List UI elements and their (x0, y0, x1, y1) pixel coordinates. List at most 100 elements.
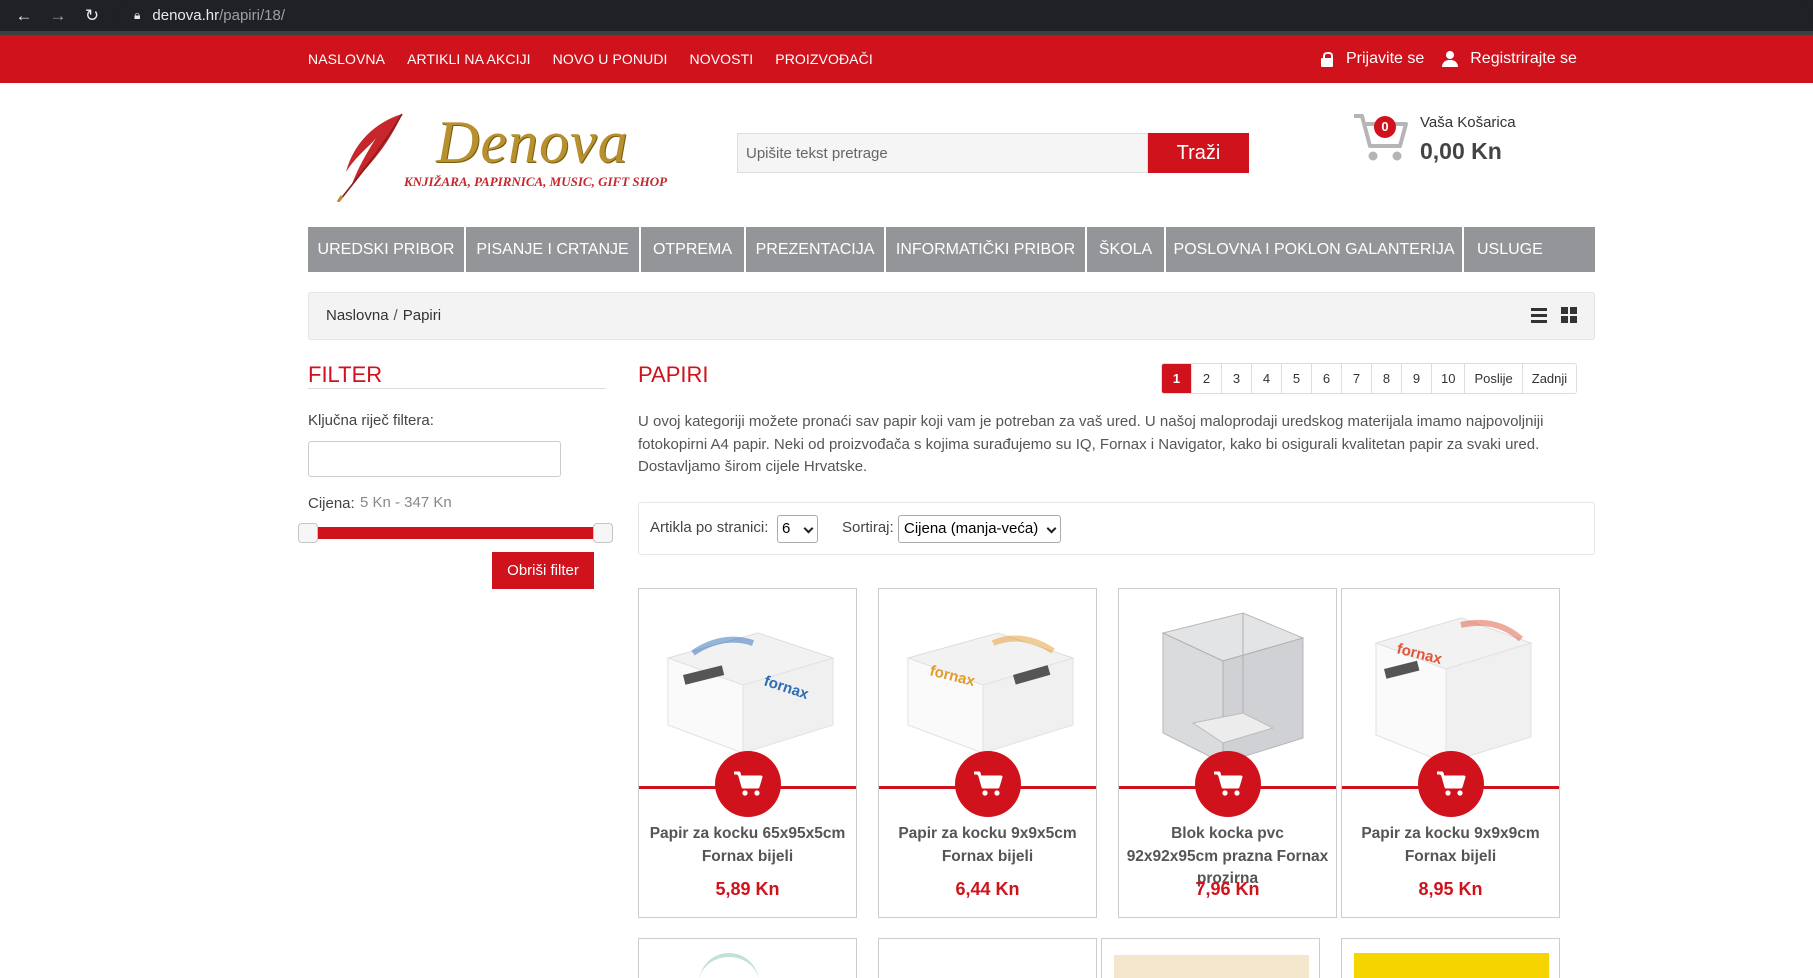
category-usluge[interactable]: USLUGE (1464, 227, 1595, 272)
grid-view-icon[interactable] (1561, 307, 1577, 323)
page-link-7[interactable]: 7 (1342, 364, 1372, 393)
forward-icon[interactable]: → (48, 6, 68, 26)
category-pisanje-i-crtanje[interactable]: PISANJE I CRTANJE (466, 227, 641, 272)
view-toggle (1531, 307, 1577, 323)
browser-nav: ← → ↻ (14, 6, 124, 26)
search-button[interactable]: Traži (1148, 133, 1249, 173)
page-link-1[interactable]: 1 (1162, 364, 1192, 393)
add-to-cart-button[interactable] (715, 751, 781, 817)
search-form: Traži (737, 133, 1249, 173)
top-nav-proizvodjaci[interactable]: PROIZVOĐAČI (775, 51, 873, 67)
breadcrumb-separator: / (393, 307, 398, 324)
page-link-4[interactable]: 4 (1252, 364, 1282, 393)
top-nav-novo[interactable]: NOVO U PONUDI (553, 51, 668, 67)
category-poslovna-i-poklon-galanterija[interactable]: POSLOVNA I POKLON GALANTERIJA (1166, 227, 1464, 272)
page-link-3[interactable]: 3 (1222, 364, 1252, 393)
sort-select[interactable]: Cijena (manja-veća) (898, 515, 1061, 543)
product-price: 7,96 Kn (1195, 879, 1260, 899)
chevron-down-icon (1046, 523, 1057, 534)
per-page-value: 6 (782, 520, 791, 537)
add-to-cart-button[interactable] (955, 751, 1021, 817)
product-card[interactable] (1101, 938, 1320, 978)
logo-wordmark: Denova (436, 109, 629, 175)
reload-icon[interactable]: ↻ (82, 6, 102, 26)
login-link[interactable]: Prijavite se (1320, 50, 1424, 68)
product-image[interactable] (1114, 955, 1309, 978)
top-bar: NASLOVNA ARTIKLI NA AKCIJI NOVO U PONUDI… (0, 35, 1813, 83)
product-card[interactable] (1341, 938, 1560, 978)
product-card[interactable]: fornax Papir za kocku 9x9x9cm Fornax bij… (1341, 588, 1560, 918)
back-icon[interactable]: ← (14, 6, 34, 26)
login-label: Prijavite se (1346, 50, 1425, 67)
category-nav: UREDSKI PRIBOR PISANJE I CRTANJE OTPREMA… (308, 227, 1595, 272)
paper-cube-image: fornax (665, 632, 835, 754)
page-title: PAPIRI (638, 362, 709, 387)
price-slider-min-handle[interactable] (298, 523, 318, 543)
cart-icon (1437, 771, 1466, 796)
search-input[interactable] (737, 133, 1148, 173)
cart-icon (1214, 771, 1243, 796)
top-nav-naslovna[interactable]: NASLOVNA (308, 51, 385, 67)
product-name[interactable]: Papir za kocku 9x9x5cm Fornax bijeli (885, 823, 1090, 868)
page-link-8[interactable]: 8 (1372, 364, 1402, 393)
per-page-label: Artikla po stranici: (650, 519, 769, 536)
product-name[interactable]: Papir za kocku 65x95x5cm Fornax bijeli (645, 823, 850, 868)
cart-count-badge: 0 (1374, 116, 1396, 138)
page-link-10[interactable]: 10 (1432, 364, 1466, 393)
address-bar[interactable]: 🔒︎ denova.hr /papiri/18/ (118, 3, 1813, 28)
paper-cube-image: fornax (905, 632, 1075, 754)
filter-title: FILTER (308, 362, 383, 387)
product-card[interactable]: Blok kocka pvc 92x92x95cm prazna Fornax … (1118, 588, 1337, 918)
page-link-6[interactable]: 6 (1312, 364, 1342, 393)
category-otprema[interactable]: OTPREMA (641, 227, 746, 272)
top-nav-novosti[interactable]: NOVOSTI (690, 51, 754, 67)
breadcrumb-current: Papiri (402, 307, 442, 324)
product-price: 6,44 Kn (955, 879, 1020, 899)
per-page-select[interactable]: 6 (777, 515, 818, 543)
browser-toolbar: ← → ↻ 🔒︎ denova.hr /papiri/18/ (0, 0, 1813, 31)
product-card[interactable]: fornax Papir za kocku 65x95x5cm Fornax b… (638, 588, 857, 918)
category-informaticki-pribor[interactable]: INFORMATIČKI PRIBOR (886, 227, 1087, 272)
category-prezentacija[interactable]: PREZENTACIJA (746, 227, 886, 272)
page-link-5[interactable]: 5 (1282, 364, 1312, 393)
list-view-icon[interactable] (1531, 307, 1547, 323)
page-link-next[interactable]: Poslije (1465, 364, 1523, 393)
top-nav: NASLOVNA ARTIKLI NA AKCIJI NOVO U PONUDI… (308, 35, 873, 83)
filter-keyword-input[interactable] (308, 441, 561, 477)
price-slider-track[interactable] (308, 527, 606, 539)
breadcrumb-home[interactable]: Naslovna (326, 307, 389, 324)
page-link-2[interactable]: 2 (1192, 364, 1222, 393)
register-link[interactable]: Registrirajte se (1442, 50, 1577, 68)
filter-price-label: Cijena: (308, 495, 355, 512)
product-name[interactable]: Papir za kocku 9x9x9cm Fornax bijeli (1348, 823, 1553, 868)
product-image[interactable] (1354, 953, 1549, 978)
product-card[interactable] (878, 938, 1097, 978)
plastic-cube-image (1161, 612, 1305, 764)
clear-filter-button[interactable]: Obriši filter (492, 552, 594, 589)
cart-widget[interactable]: 0 Vaša Košarica 0,00 Kn (1352, 110, 1552, 170)
product-card[interactable] (638, 938, 857, 978)
price-slider-max-handle[interactable] (593, 523, 613, 543)
category-skola[interactable]: ŠKOLA (1087, 227, 1166, 272)
add-to-cart-button[interactable] (1418, 751, 1484, 817)
sort-label: Sortiraj: (842, 519, 894, 536)
page-link-9[interactable]: 9 (1402, 364, 1432, 393)
listing-toolbar: Artikla po stranici: 6 Sortiraj: Cijena … (638, 502, 1595, 555)
category-description: U ovoj kategoriji možete pronaći sav pap… (638, 413, 1544, 475)
product-card[interactable]: fornax Papir za kocku 9x9x5cm Fornax bij… (878, 588, 1097, 918)
account-links: Prijavite se Registrirajte se (1320, 35, 1577, 83)
site-logo[interactable]: Denova KNJIŽARA, PAPIRNICA, MUSIC, GIFT … (336, 108, 667, 202)
url-path: /papiri/18/ (219, 7, 285, 24)
feather-icon (336, 113, 403, 202)
lock-open-icon (1320, 52, 1334, 67)
breadcrumb: Naslovna / Papiri (308, 292, 1595, 340)
top-nav-akcija[interactable]: ARTIKLI NA AKCIJI (407, 51, 531, 67)
page-link-last[interactable]: Zadnji (1522, 364, 1577, 393)
add-to-cart-button[interactable] (1195, 751, 1261, 817)
filter-divider (308, 388, 606, 389)
category-uredski-pribor[interactable]: UREDSKI PRIBOR (308, 227, 466, 272)
user-icon (1442, 51, 1459, 67)
filter-price-range: 5 Kn - 347 Kn (360, 494, 452, 511)
product-image[interactable] (699, 953, 759, 978)
cart-total: 0,00 Kn (1420, 138, 1502, 164)
